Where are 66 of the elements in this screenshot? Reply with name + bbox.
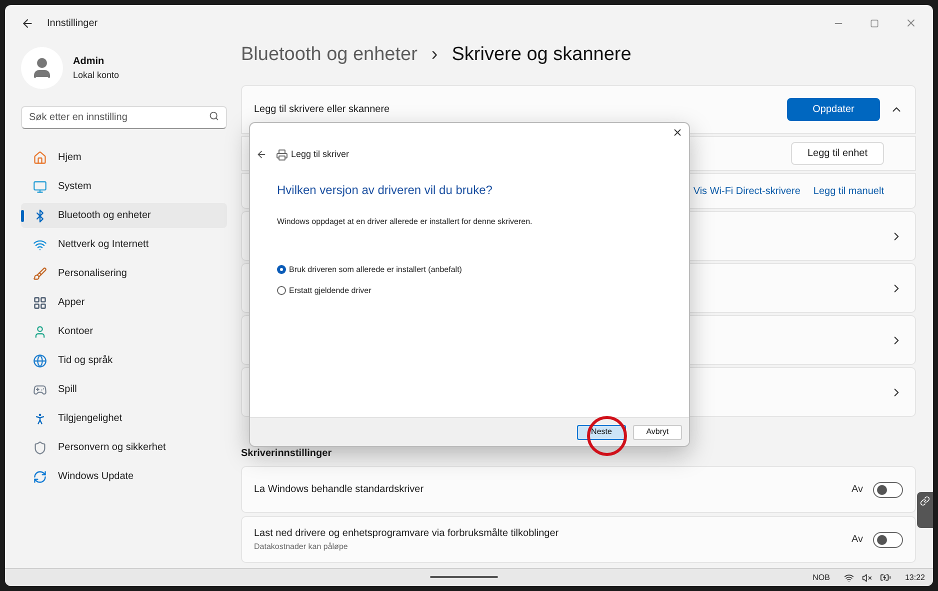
nav-item[interactable]: Nettverk og Internett xyxy=(21,232,227,257)
breadcrumb-link[interactable]: Bluetooth og enheter xyxy=(241,40,418,70)
person-icon xyxy=(33,324,47,338)
nav-item[interactable]: Hjem xyxy=(21,145,227,170)
link-icon xyxy=(920,496,930,506)
setting-label: La Windows behandle standardskriver xyxy=(254,483,424,497)
wifi-icon xyxy=(33,238,47,252)
dialog-heading: Hvilken versjon av driveren vil du bruke? xyxy=(277,182,494,198)
clock[interactable]: 13:22 xyxy=(904,572,925,584)
toggle-switch[interactable] xyxy=(873,482,903,498)
nav-item[interactable]: Kontoer xyxy=(21,319,227,344)
breadcrumb-separator: › xyxy=(431,42,438,67)
section-title: Legg til skrivere eller skannere xyxy=(254,103,390,117)
toggle-switch[interactable] xyxy=(873,532,903,548)
radio-option[interactable]: Bruk driveren som allerede er installert (anbefalt) xyxy=(277,264,689,276)
cancel-button[interactable]: Avbryt xyxy=(633,424,682,440)
toggle-state: Av xyxy=(852,533,863,547)
person-icon xyxy=(33,412,47,426)
back-icon[interactable] xyxy=(21,16,34,30)
globe-icon xyxy=(33,354,47,368)
window-title: Innstillinger xyxy=(47,16,98,30)
refresh-button[interactable]: Oppdater xyxy=(787,98,880,121)
add-device-button[interactable]: Legg til enhet xyxy=(791,142,884,165)
apps-icon xyxy=(33,296,47,310)
gamepad-icon xyxy=(33,382,47,396)
nav-item[interactable]: Spill xyxy=(21,377,227,402)
dialog-title: Legg til skriver xyxy=(291,148,350,161)
printer-icon xyxy=(276,148,288,161)
mute-icon[interactable] xyxy=(862,572,872,582)
language-indicator[interactable]: NOB xyxy=(812,572,830,584)
section-heading: Skriverinnstillinger xyxy=(241,447,333,461)
nav-item[interactable]: System xyxy=(21,174,227,199)
maximize-icon[interactable] xyxy=(870,18,879,28)
setting-description: Datakostnader kan påløpe xyxy=(254,541,349,553)
link[interactable]: Vis Wi-Fi Direct-skrivere xyxy=(693,184,800,198)
search-icon[interactable] xyxy=(209,111,219,121)
shield-icon xyxy=(33,440,47,454)
toggle-state: Av xyxy=(852,483,863,497)
search-field[interactable]: Søk etter en innstilling xyxy=(21,106,227,129)
next-button[interactable]: Neste xyxy=(577,424,626,440)
nav-item[interactable]: Personalisering xyxy=(21,261,227,286)
nav-item[interactable]: Bluetooth og enheter xyxy=(21,203,227,228)
nav-item[interactable]: Tid og språk xyxy=(21,348,227,373)
home-icon xyxy=(33,150,47,164)
wifi-icon[interactable] xyxy=(844,572,854,582)
radio-button[interactable] xyxy=(277,265,286,274)
page-title: Skrivere og skannere xyxy=(452,42,632,67)
dialog-message: Windows oppdaget at en driver allerede er installert for denne skriveren. xyxy=(277,216,534,228)
link[interactable]: Legg til manuelt xyxy=(813,184,884,198)
account-type: Lokal konto xyxy=(73,68,120,82)
radio-option[interactable]: Erstatt gjeldende driver xyxy=(277,284,689,296)
nav-item[interactable]: Tilgjengelighet xyxy=(21,406,227,431)
battery-icon[interactable] xyxy=(880,572,891,583)
side-tab[interactable] xyxy=(917,492,933,528)
avatar xyxy=(21,47,63,89)
monitor-icon xyxy=(33,180,47,194)
radio-button[interactable] xyxy=(277,286,286,295)
close-icon[interactable] xyxy=(672,127,683,138)
nav-item[interactable]: Personvern og sikkerhet xyxy=(21,435,227,460)
nav-item[interactable]: Apper xyxy=(21,290,227,315)
brush-icon xyxy=(33,266,47,280)
nav-item[interactable]: Windows Update xyxy=(21,464,227,489)
refresh-icon xyxy=(33,470,47,484)
setting-label: Last ned drivere og enhetsprogramvare via forbruksmålte tilkoblinger xyxy=(254,527,559,541)
back-icon[interactable] xyxy=(256,149,267,160)
account-name: Admin xyxy=(73,54,106,69)
